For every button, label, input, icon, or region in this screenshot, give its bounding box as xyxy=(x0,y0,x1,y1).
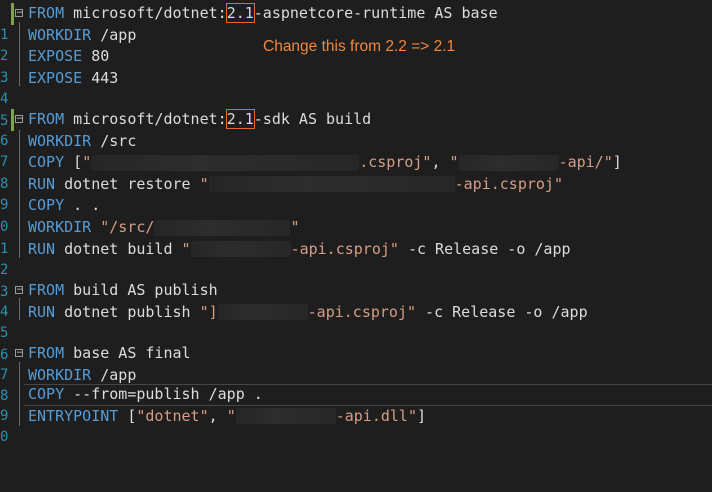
code-text: dotnet restore xyxy=(55,174,200,193)
code-line[interactable]: 0 COPY . . xyxy=(0,195,712,235)
code-line[interactable]: 8 COPY [" .csproj", " -api/"] xyxy=(0,152,712,192)
code-line[interactable]: 7 WORKDIR /src xyxy=(0,131,712,171)
code-editor[interactable]: 1 − FROM microsoft/dotnet:2.1-aspnetcore… xyxy=(0,0,712,484)
code-text: dotnet build xyxy=(55,239,182,258)
string-literal: -api/" xyxy=(558,153,613,172)
code-line[interactable]: 0 ENTRYPOINT ["dotnet", " -api.dll"] xyxy=(0,406,712,446)
code-text: microsoft/dotnet: xyxy=(64,110,227,128)
code-text: -c Release -o /app xyxy=(398,239,571,258)
fold-collapse-icon[interactable]: − xyxy=(15,286,24,295)
code-text: 80 xyxy=(82,47,110,66)
code-line[interactable]: 9 RUN dotnet restore " -api.csproj" xyxy=(0,174,712,214)
annotation-note: Change this from 2.2 => 2.1 xyxy=(263,38,456,55)
code-line[interactable]: 4 − FROM build AS publish xyxy=(0,280,712,320)
redacted-text xyxy=(217,304,308,321)
keyword: WORKDIR xyxy=(28,131,92,150)
code-text: /app xyxy=(91,25,137,44)
version-highlight: 2.1 xyxy=(225,3,255,23)
code-text: /app xyxy=(91,365,137,384)
code-line[interactable]: 5 xyxy=(0,89,712,129)
code-text: ] xyxy=(612,153,622,172)
keyword: WORKDIR xyxy=(28,365,92,384)
code-text: base AS final xyxy=(64,344,191,362)
redacted-text xyxy=(458,154,559,171)
keyword: EXPOSE xyxy=(28,68,83,87)
keyword: RUN xyxy=(28,239,56,258)
change-marker xyxy=(11,3,14,25)
code-text: . . xyxy=(64,196,101,215)
string-literal: " xyxy=(449,153,459,172)
keyword: EXPOSE xyxy=(28,47,83,66)
code-text: microsoft/dotnet: xyxy=(64,4,227,22)
string-literal: -api.csproj" xyxy=(454,174,563,193)
string-literal: " xyxy=(82,153,92,172)
string-literal: " xyxy=(290,218,300,236)
code-text: -sdk AS build xyxy=(253,110,372,128)
redacted-text xyxy=(208,176,455,193)
code-text: , xyxy=(208,406,227,425)
code-text: -c Release -o /app xyxy=(416,302,588,321)
keyword: FROM xyxy=(28,110,65,128)
fold-collapse-icon[interactable]: − xyxy=(15,115,24,124)
keyword: RUN xyxy=(28,174,56,193)
code-text: ] xyxy=(417,406,427,425)
redacted-text xyxy=(190,241,291,258)
code-line[interactable]: 2 RUN dotnet build " -api.csproj" -c Rele… xyxy=(0,239,712,279)
keyword: ENTRYPOINT xyxy=(28,406,119,425)
code-text: [ xyxy=(118,406,137,425)
code-line[interactable]: 8 WORKDIR /app xyxy=(0,365,712,405)
string-literal: "/src/ xyxy=(91,218,155,236)
redacted-text xyxy=(91,154,360,171)
keyword: WORKDIR xyxy=(28,25,92,44)
string-literal: "] xyxy=(199,302,218,321)
keyword: FROM xyxy=(28,4,65,22)
code-line[interactable]: 1 WORKDIR "/src/" xyxy=(0,217,712,257)
line-number: 0 xyxy=(0,429,9,446)
code-line[interactable]: 9 COPY --from=publish /app . xyxy=(0,384,712,424)
string-literal: " xyxy=(181,239,191,258)
string-literal: -api.dll" xyxy=(335,406,417,425)
code-line[interactable]: 6 − FROM microsoft/dotnet:2.1-sdk AS bui… xyxy=(0,109,712,149)
fold-collapse-icon[interactable]: − xyxy=(15,349,24,358)
code-text: dotnet publish xyxy=(55,302,200,321)
redacted-text xyxy=(235,408,336,425)
code-text: , xyxy=(431,153,450,172)
string-literal: " xyxy=(199,174,209,193)
code-line[interactable]: 6 xyxy=(0,323,712,363)
redacted-text xyxy=(154,219,291,236)
code-line[interactable]: 7 − FROM base AS final xyxy=(0,343,712,383)
change-marker xyxy=(11,109,14,131)
code-text: [ xyxy=(64,153,83,172)
code-text: /src xyxy=(91,131,137,150)
code-line[interactable]: 4 EXPOSE 443 xyxy=(0,68,712,108)
code-text: --from=publish /app . xyxy=(64,385,263,403)
code-line[interactable]: 5 RUN dotnet publish "] -api.csproj" -c R… xyxy=(0,302,712,342)
string-literal: " xyxy=(226,406,236,425)
code-text: -aspnetcore-runtime AS base xyxy=(253,4,498,22)
string-literal: -api.csproj" xyxy=(290,239,399,258)
keyword: COPY xyxy=(28,385,65,403)
string-literal: -api.csproj" xyxy=(307,302,417,321)
keyword: COPY xyxy=(28,153,65,172)
code-text: build AS publish xyxy=(64,281,218,299)
code-line[interactable]: 3 xyxy=(0,260,712,300)
keyword: WORKDIR xyxy=(28,218,92,236)
keyword: RUN xyxy=(28,302,56,321)
keyword: COPY xyxy=(28,196,65,215)
string-literal: .csproj" xyxy=(359,153,432,172)
version-highlight: 2.1 xyxy=(225,109,255,129)
code-text: 443 xyxy=(82,68,119,87)
fold-collapse-icon[interactable]: − xyxy=(15,9,24,18)
keyword: FROM xyxy=(28,281,65,299)
code-line[interactable]: 1 − FROM microsoft/dotnet:2.1-aspnetcore… xyxy=(0,3,712,43)
string-literal: "dotnet" xyxy=(136,406,209,425)
keyword: FROM xyxy=(28,344,65,362)
